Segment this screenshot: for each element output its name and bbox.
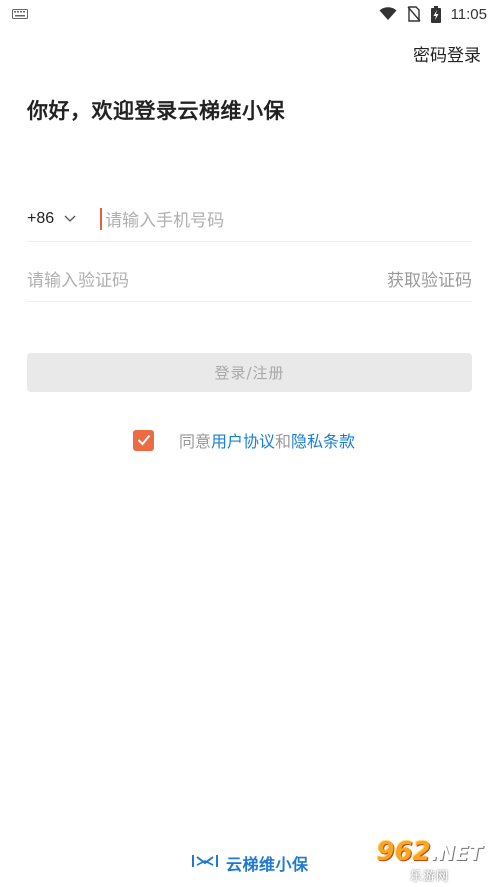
code-field-row: 请输入验证码 获取验证码 [27, 256, 472, 302]
phone-field-row: +86 请输入手机号码 [27, 196, 472, 242]
verification-code-input[interactable]: 请输入验证码 [27, 266, 129, 291]
watermark-suffix: .NET [430, 841, 483, 865]
site-watermark: 962.NET 乐游网 [360, 836, 499, 887]
phone-input[interactable]: 请输入手机号码 [105, 206, 224, 231]
agreement-checkbox[interactable] [133, 429, 154, 451]
no-sim-icon [407, 6, 421, 22]
page-title: 你好，欢迎登录云梯维小保 [27, 99, 285, 123]
login-register-button[interactable]: 登录/注册 [27, 353, 472, 392]
password-login-link[interactable]: 密码登录 [413, 41, 481, 66]
brand-logo-icon [190, 853, 220, 873]
keyboard-icon [12, 9, 28, 19]
status-bar: 11:05 [0, 0, 499, 28]
watermark-number: 962 [376, 837, 431, 867]
battery-charging-icon [430, 5, 441, 23]
agree-and: 和 [275, 432, 292, 451]
login-screen: 11:05 密码登录 你好，欢迎登录云梯维小保 +86 请输入手机号码 请输入验… [0, 0, 499, 887]
footer-brand-name: 云梯维小保 [226, 855, 309, 874]
wifi-icon [379, 7, 397, 21]
text-cursor [100, 207, 103, 230]
user-agreement-link[interactable]: 用户协议 [211, 428, 275, 452]
watermark-main: 962.NET [377, 839, 483, 866]
get-code-button[interactable]: 获取验证码 [387, 266, 472, 291]
privacy-policy-link[interactable]: 隐私条款 [291, 428, 355, 452]
chevron-down-icon[interactable] [64, 215, 76, 223]
watermark-sub: 乐游网 [409, 869, 449, 883]
footer-logo: 云梯维小保 [190, 851, 309, 875]
country-code-select[interactable]: +86 [27, 210, 54, 228]
agreement-row: 同意 用户协议 和 隐私条款 [133, 428, 355, 452]
agree-prefix: 同意 [179, 432, 212, 451]
checkmark-icon [137, 434, 150, 446]
status-time: 11:05 [450, 5, 487, 23]
